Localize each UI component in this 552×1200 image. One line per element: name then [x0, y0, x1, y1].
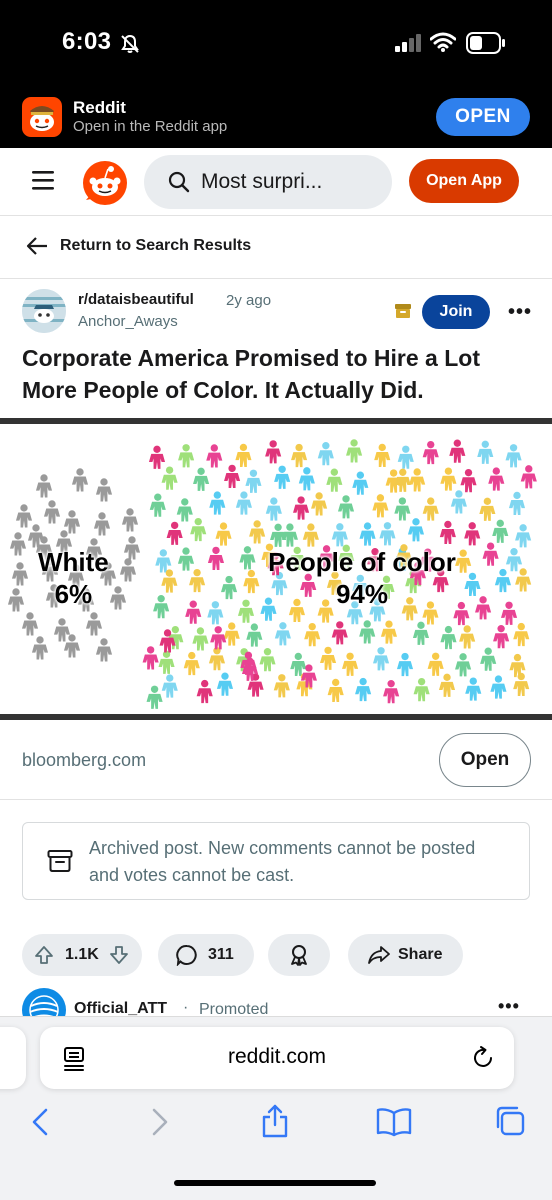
downvote-icon[interactable] [109, 945, 129, 965]
url-text: reddit.com [227, 1045, 327, 1068]
archive-icon [47, 850, 73, 872]
post-title[interactable]: Corporate America Promised to Hire a Lot… [22, 342, 532, 406]
open-in-app-button[interactable]: OPEN [436, 98, 530, 136]
more-options-icon[interactable]: ••• [508, 301, 532, 324]
comment-count: 311 [208, 946, 234, 963]
share-label: Share [398, 946, 443, 963]
app-subtitle: Open in the Reddit app [73, 118, 228, 135]
link-domain[interactable]: bloomberg.com [22, 750, 146, 771]
post-image[interactable]: White 6% People of color 94% [0, 418, 552, 720]
post-author[interactable]: Anchor_Aways [78, 313, 178, 330]
reload-icon[interactable] [470, 1045, 496, 1071]
forward-icon[interactable] [150, 1107, 170, 1137]
promoted-more-icon[interactable]: ••• [498, 996, 520, 1017]
reddit-app-icon [22, 97, 62, 137]
subreddit-name[interactable]: r/dataisbeautiful [78, 291, 194, 308]
hamburger-menu-icon[interactable] [32, 170, 54, 190]
upvote-icon[interactable] [34, 945, 54, 965]
signal-icon [395, 34, 421, 52]
back-arrow-icon [26, 237, 47, 255]
app-banner: Reddit Open in the Reddit app OPEN [0, 88, 552, 148]
reddit-header: Most surpri... Open App [0, 148, 552, 216]
search-query: Most surpri... [201, 170, 323, 193]
link-preview-row: bloomberg.com Open [0, 720, 552, 800]
join-button[interactable]: Join [422, 295, 490, 329]
poc-share-label: People of color 94% [262, 546, 462, 610]
search-icon [168, 171, 190, 193]
white-share-label: White 6% [38, 546, 109, 610]
battery-icon [466, 32, 505, 54]
award-button[interactable] [268, 934, 330, 976]
poc-label: People of color [268, 547, 456, 577]
poc-value: 94% [335, 579, 389, 609]
tabs-icon[interactable] [494, 1105, 526, 1137]
return-to-search-link[interactable]: Return to Search Results [0, 217, 552, 279]
share-icon[interactable] [260, 1103, 290, 1139]
vote-control: 1.1K [22, 934, 142, 976]
wifi-icon [430, 32, 456, 52]
bookmarks-icon[interactable] [376, 1107, 412, 1137]
bell-slash-icon [121, 34, 139, 53]
status-bar: 6:03 [0, 0, 552, 88]
post-time: 2y ago [226, 292, 272, 309]
back-icon[interactable] [30, 1107, 50, 1137]
award-icon [291, 945, 307, 966]
vote-count: 1.1K [65, 946, 99, 963]
home-indicator [174, 1180, 376, 1186]
archived-notice: Archived post. New comments cannot be po… [22, 822, 530, 900]
open-link-button[interactable]: Open [439, 733, 531, 787]
reddit-logo-icon[interactable] [82, 160, 128, 206]
status-time: 6:03 [62, 28, 112, 55]
comments-button[interactable]: 311 [158, 934, 254, 976]
return-to-search-label: Return to Search Results [60, 237, 252, 254]
white-value: 6% [54, 579, 93, 609]
subreddit-avatar[interactable] [22, 289, 66, 333]
previous-tab-preview[interactable] [0, 1027, 26, 1089]
white-label: White [38, 547, 109, 577]
archived-badge-icon [395, 304, 411, 318]
archived-notice-text: Archived post. New comments cannot be po… [89, 838, 476, 885]
promoted-separator: · [183, 999, 189, 1016]
address-bar[interactable]: reddit.com [40, 1027, 514, 1089]
search-input[interactable]: Most surpri... [144, 155, 392, 209]
browser-toolbar: reddit.com [0, 1016, 552, 1200]
open-app-button[interactable]: Open App [409, 159, 519, 203]
comment-icon [176, 945, 197, 966]
share-button[interactable]: Share [348, 934, 463, 976]
share-arrow-icon [368, 946, 390, 964]
app-name: Reddit [73, 98, 126, 117]
